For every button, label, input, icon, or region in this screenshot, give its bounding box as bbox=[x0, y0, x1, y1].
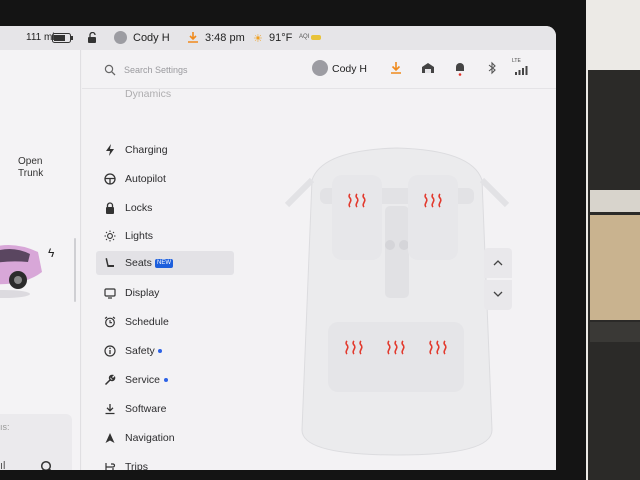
rear-right-seat[interactable] bbox=[418, 328, 458, 383]
dashboard-strip bbox=[590, 190, 640, 212]
range-text: 111 mi bbox=[26, 32, 55, 43]
battery-icon bbox=[52, 33, 73, 43]
aqi-label: AQI bbox=[299, 34, 310, 40]
temperature: 91°F bbox=[269, 32, 293, 44]
menu-item-label: Trips bbox=[125, 461, 148, 470]
new-badge: NEW bbox=[155, 259, 173, 268]
signal-strength-icon bbox=[515, 66, 528, 75]
menu-item-label: Service bbox=[125, 374, 161, 386]
front-right-seat[interactable] bbox=[408, 175, 458, 260]
menu-item-label: Autopilot bbox=[125, 173, 166, 185]
dashboard-lower-trim bbox=[590, 322, 640, 342]
menu-item-charging[interactable]: Charging bbox=[96, 138, 234, 162]
dashboard-wood-trim bbox=[590, 215, 640, 320]
rear-center-seat[interactable] bbox=[376, 328, 416, 383]
seat-icon bbox=[105, 258, 114, 267]
menu-item-label: Locks bbox=[125, 202, 153, 214]
media-card bbox=[0, 414, 72, 470]
steering-wheel-icon bbox=[104, 173, 116, 185]
download-icon[interactable] bbox=[388, 60, 404, 76]
user-avatar[interactable] bbox=[312, 60, 328, 76]
menu-item-label: Software bbox=[125, 403, 167, 415]
bluetooth-icon[interactable] bbox=[484, 60, 500, 76]
equalizer-icon[interactable]: ıl bbox=[0, 460, 6, 470]
navigation-arrow-icon bbox=[105, 433, 115, 443]
scroll-up-button[interactable] bbox=[484, 248, 512, 278]
profile-avatar[interactable] bbox=[114, 31, 127, 44]
seat-heater-icon bbox=[387, 340, 405, 355]
seat-heater-icon bbox=[348, 193, 366, 208]
menu-item-software[interactable]: Software bbox=[96, 397, 234, 421]
user-name[interactable]: Cody H bbox=[332, 63, 367, 75]
garage-icon[interactable] bbox=[420, 60, 436, 76]
status-bar: 111 mi Cody H 3:48 pm ☀ 91°F AQI bbox=[0, 26, 556, 50]
seat-heater-diagram bbox=[284, 147, 510, 456]
car-render bbox=[0, 245, 42, 298]
sun-icon bbox=[104, 230, 116, 242]
menu-item-safety[interactable]: Safety bbox=[96, 339, 234, 363]
bell-icon[interactable] bbox=[452, 60, 468, 76]
menu-item-label: Schedule bbox=[125, 316, 169, 328]
menu-item-schedule[interactable]: Schedule bbox=[96, 310, 234, 334]
media-search-icon[interactable] bbox=[40, 460, 54, 470]
menu-item-lights[interactable]: Lights bbox=[96, 224, 234, 248]
menu-item-label: Lights bbox=[125, 230, 154, 242]
touchscreen: 111 mi Cody H 3:48 pm ☀ 91°F AQI Open Tr… bbox=[0, 26, 556, 470]
aqi-indicator bbox=[311, 35, 321, 40]
menu-item-label: Dynamics bbox=[125, 88, 172, 100]
download-icon[interactable] bbox=[187, 31, 199, 44]
open-trunk-button[interactable]: Open Trunk bbox=[18, 156, 43, 180]
menu-item-label: Navigation bbox=[125, 432, 175, 444]
menu-item-label: Safety bbox=[125, 345, 155, 357]
front-left-seat[interactable] bbox=[332, 175, 382, 260]
notification-dot bbox=[164, 378, 168, 382]
chevron-up-icon bbox=[493, 260, 503, 266]
menu-item-locks[interactable]: Locks bbox=[96, 196, 234, 220]
menu-item-service[interactable]: Service bbox=[96, 368, 234, 392]
chevron-down-icon bbox=[493, 291, 503, 297]
download-icon bbox=[105, 404, 115, 415]
menu-item-dynamics[interactable]: Dynamics bbox=[96, 82, 234, 106]
clock-time: 3:48 pm bbox=[205, 32, 245, 44]
panel-resize-handle[interactable] bbox=[74, 238, 76, 302]
weather-sun-icon: ☀ bbox=[253, 33, 263, 45]
menu-item-trips[interactable]: Trips bbox=[96, 455, 234, 470]
lock-icon bbox=[106, 202, 114, 214]
alarm-clock-icon bbox=[104, 316, 116, 328]
menu-item-label: Charging bbox=[125, 144, 168, 156]
display-icon bbox=[104, 288, 116, 299]
charging-bolt-icon: ϟ bbox=[48, 246, 55, 260]
menu-item-label: Seats bbox=[125, 257, 152, 269]
menu-item-display[interactable]: Display bbox=[96, 281, 234, 305]
bolt-icon bbox=[106, 144, 114, 156]
scroll-down-button[interactable] bbox=[484, 280, 512, 310]
search-input[interactable] bbox=[122, 61, 286, 79]
rear-left-seat[interactable] bbox=[334, 328, 374, 383]
info-circle-icon bbox=[104, 345, 116, 357]
wrench-icon bbox=[104, 374, 116, 386]
seat-heater-icon bbox=[429, 340, 447, 355]
open-trunk-label-line1: Open bbox=[18, 156, 43, 167]
profile-name[interactable]: Cody H bbox=[133, 32, 170, 44]
search-icon bbox=[104, 64, 116, 76]
menu-item-navigation[interactable]: Navigation bbox=[96, 426, 234, 450]
car-panel: Open Trunk ϟ ıs: ıl bbox=[0, 50, 81, 470]
menu-item-label: Display bbox=[125, 287, 160, 299]
notification-dot bbox=[158, 349, 162, 353]
menu-item-seats[interactable]: Seats NEW bbox=[96, 251, 234, 275]
open-trunk-label-line2: Trunk bbox=[18, 168, 44, 179]
seat-heater-icon bbox=[345, 340, 363, 355]
trips-icon bbox=[105, 463, 116, 470]
seat-heater-icon bbox=[424, 193, 442, 208]
unlock-icon[interactable] bbox=[87, 32, 97, 44]
settings-pane: Cody H LTE bbox=[82, 50, 556, 470]
menu-item-autopilot[interactable]: Autopilot bbox=[96, 167, 234, 191]
media-card-label: ıs: bbox=[0, 422, 10, 432]
